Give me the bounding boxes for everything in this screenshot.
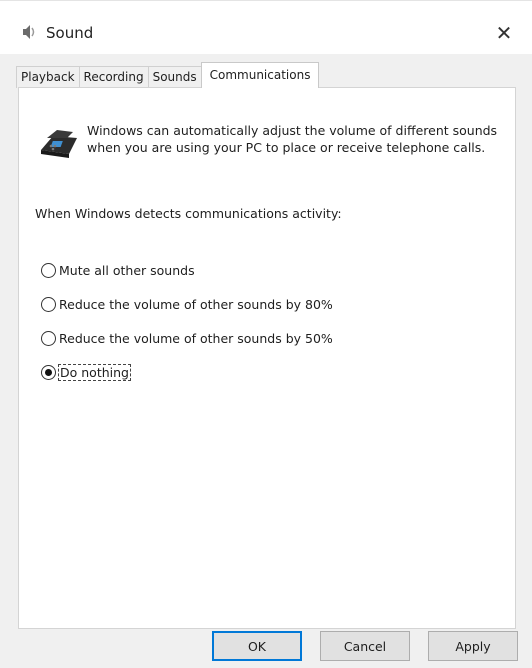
tab-strip: Playback Recording Sounds Communications xyxy=(16,62,320,88)
radio-reduce-80[interactable] xyxy=(41,296,56,312)
ok-button[interactable]: OK xyxy=(212,631,302,661)
option-reduce-80[interactable]: Reduce the volume of other sounds by 80% xyxy=(41,294,333,314)
description-text: Windows can automatically adjust the vol… xyxy=(87,123,498,155)
option-label: Reduce the volume of other sounds by 80% xyxy=(59,296,333,312)
dialog-body: Playback Recording Sounds Communications… xyxy=(0,54,532,668)
window-title: Sound xyxy=(46,24,94,42)
option-mute-all[interactable]: Mute all other sounds xyxy=(41,260,195,280)
option-label: Reduce the volume of other sounds by 50% xyxy=(59,330,333,346)
radio-do-nothing[interactable] xyxy=(41,364,56,380)
tab-sounds[interactable]: Sounds xyxy=(147,66,202,88)
option-do-nothing[interactable]: Do nothing xyxy=(41,362,131,382)
tab-playback[interactable]: Playback xyxy=(16,66,80,88)
option-reduce-50[interactable]: Reduce the volume of other sounds by 50% xyxy=(41,328,333,348)
tab-recording[interactable]: Recording xyxy=(78,66,149,88)
close-icon: ✕ xyxy=(495,21,513,45)
close-button[interactable]: ✕ xyxy=(484,16,524,50)
option-label: Do nothing xyxy=(58,363,131,381)
sound-dialog: Sound ✕ Playback Recording Sounds Commun… xyxy=(0,0,532,668)
radio-mute-all[interactable] xyxy=(41,262,56,278)
speaker-icon xyxy=(20,23,38,41)
telephone-icon xyxy=(37,124,81,162)
tab-communications[interactable]: Communications xyxy=(200,62,320,88)
window-top-edge xyxy=(0,0,532,11)
detect-label: When Windows detects communications acti… xyxy=(35,206,342,221)
radio-reduce-50[interactable] xyxy=(41,330,56,346)
title-bar[interactable]: Sound ✕ xyxy=(0,14,532,54)
cancel-button[interactable]: Cancel xyxy=(320,631,410,661)
option-label: Mute all other sounds xyxy=(59,262,195,278)
communications-panel: Windows can automatically adjust the vol… xyxy=(18,87,516,629)
apply-button[interactable]: Apply xyxy=(428,631,518,661)
